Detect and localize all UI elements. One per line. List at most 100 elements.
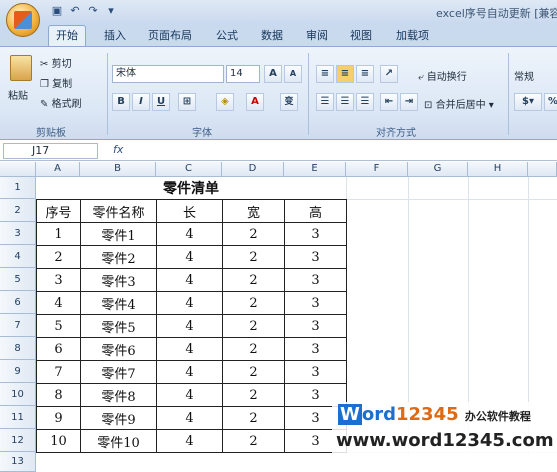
table-cell[interactable]: 5	[36, 314, 81, 338]
row-header-7[interactable]: 7	[0, 314, 36, 337]
phonetic-button[interactable]: 变	[280, 93, 298, 111]
col-header-c[interactable]: C	[156, 162, 222, 177]
table-cell[interactable]: 2	[222, 314, 285, 338]
table-cell[interactable]: 零件5	[80, 314, 157, 338]
decrease-indent-icon[interactable]: ⇤	[380, 93, 398, 111]
table-cell[interactable]: 零件3	[80, 268, 157, 292]
undo-icon[interactable]: ↶	[68, 4, 82, 18]
table-cell[interactable]: 1	[36, 222, 81, 246]
table-cell[interactable]: 3	[284, 222, 347, 246]
font-color-icon[interactable]: A	[246, 93, 264, 111]
wrap-text-button[interactable]: ⤶ 自动换行	[418, 68, 467, 83]
shrink-font-button[interactable]: A	[284, 65, 302, 83]
row-header-10[interactable]: 10	[0, 383, 36, 406]
table-header-cell[interactable]: 零件名称	[80, 199, 157, 223]
format-painter-button[interactable]: ✎ 格式刷	[40, 95, 82, 110]
table-cell[interactable]: 4	[156, 268, 223, 292]
col-header-f[interactable]: F	[346, 162, 408, 177]
fill-color-icon[interactable]: ◈	[216, 93, 234, 111]
font-size-select[interactable]: 14	[226, 65, 260, 83]
tab-review[interactable]: 审阅	[306, 27, 328, 43]
increase-indent-icon[interactable]: ⇥	[400, 93, 418, 111]
table-cell[interactable]: 9	[36, 406, 81, 430]
office-button[interactable]	[6, 3, 40, 37]
table-cell[interactable]: 4	[156, 337, 223, 361]
table-cell[interactable]: 零件9	[80, 406, 157, 430]
tab-data[interactable]: 数据	[261, 27, 283, 43]
table-cell[interactable]: 3	[284, 314, 347, 338]
row-header-12[interactable]: 12	[0, 429, 36, 452]
table-cell[interactable]: 4	[156, 245, 223, 269]
table-cell[interactable]: 7	[36, 360, 81, 384]
row-header-9[interactable]: 9	[0, 360, 36, 383]
table-cell[interactable]: 零件7	[80, 360, 157, 384]
table-cell[interactable]: 3	[284, 360, 347, 384]
table-cell[interactable]: 零件10	[80, 429, 157, 453]
select-all-corner[interactable]	[0, 162, 36, 177]
tab-addins[interactable]: 加载项	[396, 27, 429, 43]
col-header-e[interactable]: E	[284, 162, 346, 177]
cut-button[interactable]: ✂ 剪切	[40, 55, 72, 70]
align-bottom-icon[interactable]: ≡	[356, 65, 374, 83]
table-cell[interactable]: 2	[222, 337, 285, 361]
table-cell[interactable]: 4	[156, 291, 223, 315]
table-header-cell[interactable]: 序号	[36, 199, 81, 223]
number-format-select[interactable]: 常规	[514, 68, 534, 83]
row-header-6[interactable]: 6	[0, 291, 36, 314]
align-center-icon[interactable]: ☰	[336, 93, 354, 111]
table-cell[interactable]: 零件1	[80, 222, 157, 246]
align-right-icon[interactable]: ☰	[356, 93, 374, 111]
table-cell[interactable]: 8	[36, 383, 81, 407]
table-header-cell[interactable]: 长	[156, 199, 223, 223]
table-cell[interactable]: 3	[36, 268, 81, 292]
table-cell[interactable]: 3	[284, 268, 347, 292]
table-cell[interactable]: 6	[36, 337, 81, 361]
table-cell[interactable]: 2	[36, 245, 81, 269]
function-icon[interactable]: fx	[113, 143, 123, 156]
percent-icon[interactable]: %	[544, 93, 557, 111]
tab-home[interactable]: 开始	[48, 25, 86, 46]
table-cell[interactable]: 4	[36, 291, 81, 315]
redo-icon[interactable]: ↷	[86, 4, 100, 18]
table-header-cell[interactable]: 高	[284, 199, 347, 223]
paste-icon[interactable]	[10, 55, 32, 81]
align-top-icon[interactable]: ≡	[316, 65, 334, 83]
copy-button[interactable]: ❐ 复制	[40, 75, 72, 90]
table-cell[interactable]: 10	[36, 429, 81, 453]
accounting-format-icon[interactable]: $▾	[514, 93, 542, 111]
table-cell[interactable]: 3	[284, 245, 347, 269]
table-cell[interactable]: 2	[222, 268, 285, 292]
table-cell[interactable]: 零件4	[80, 291, 157, 315]
row-header-11[interactable]: 11	[0, 406, 36, 429]
borders-icon[interactable]: ⊞	[178, 93, 196, 111]
table-cell[interactable]: 4	[156, 314, 223, 338]
row-header-4[interactable]: 4	[0, 245, 36, 268]
table-cell[interactable]: 4	[156, 360, 223, 384]
table-cell[interactable]: 2	[222, 291, 285, 315]
name-box[interactable]: J17	[3, 143, 98, 159]
customize-qat-icon[interactable]: ▾	[104, 4, 118, 18]
table-cell[interactable]: 4	[156, 383, 223, 407]
table-header-cell[interactable]: 宽	[222, 199, 285, 223]
col-header-b[interactable]: B	[80, 162, 156, 177]
table-cell[interactable]: 2	[222, 360, 285, 384]
align-left-icon[interactable]: ☰	[316, 93, 334, 111]
tab-page-layout[interactable]: 页面布局	[148, 27, 192, 43]
merge-center-button[interactable]: ⊡ 合并后居中 ▾	[424, 96, 494, 111]
table-cell[interactable]: 2	[222, 406, 285, 430]
row-header-13[interactable]: 13	[0, 452, 36, 472]
table-cell[interactable]: 2	[222, 222, 285, 246]
grow-font-button[interactable]: A	[264, 65, 282, 83]
table-cell[interactable]: 零件6	[80, 337, 157, 361]
table-cell[interactable]: 3	[284, 337, 347, 361]
table-cell[interactable]: 2	[222, 383, 285, 407]
table-cell[interactable]: 4	[156, 406, 223, 430]
paste-button[interactable]: 粘贴	[8, 87, 28, 102]
col-header-next[interactable]	[528, 162, 557, 177]
row-header-5[interactable]: 5	[0, 268, 36, 291]
save-icon[interactable]: ▣	[50, 4, 64, 18]
orientation-icon[interactable]: ↗	[380, 65, 398, 83]
table-cell[interactable]: 4	[156, 429, 223, 453]
table-cell[interactable]: 零件2	[80, 245, 157, 269]
table-cell[interactable]: 4	[156, 222, 223, 246]
